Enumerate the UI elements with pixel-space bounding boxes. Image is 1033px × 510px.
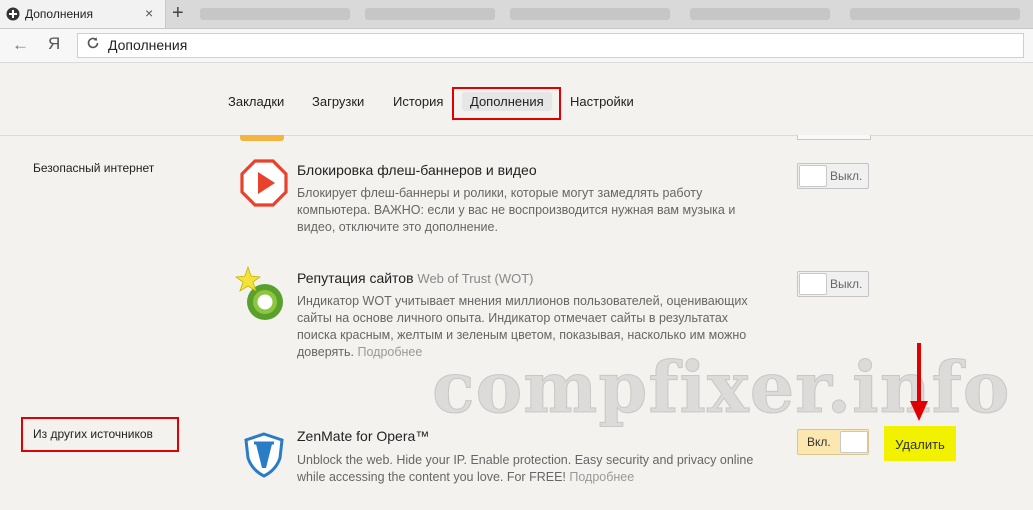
blurred-tab[interactable] <box>690 8 830 20</box>
reload-icon[interactable] <box>86 36 100 50</box>
highlight-box-other-sources <box>21 417 179 452</box>
tab-history[interactable]: История <box>393 94 443 109</box>
zenmate-shield-icon <box>244 432 284 478</box>
address-text: Дополнения <box>108 37 188 53</box>
delete-extension-button[interactable]: Удалить <box>884 426 956 461</box>
addons-page: Закладки Загрузки История Дополнения Нас… <box>0 63 1033 510</box>
back-arrow-icon[interactable]: ← <box>12 35 29 55</box>
plus-circle-icon <box>6 7 20 21</box>
cropped-extension-icon <box>240 135 284 141</box>
wot-icon <box>234 266 283 320</box>
extension-title-line: Репутация сайтов Web of Trust (WOT) <box>297 270 533 286</box>
address-toolbar: ← Я Дополнения <box>0 29 1033 63</box>
extension-toggle-flash[interactable]: Выкл. <box>797 163 869 189</box>
extension-toggle-zenmate[interactable]: Вкл. <box>797 429 869 455</box>
toggle-knob <box>840 431 868 453</box>
extension-title: ZenMate for Opera™ <box>297 428 430 444</box>
tab-strip: Дополнения × + <box>0 0 1033 29</box>
toggle-label: Выкл. <box>830 277 863 291</box>
red-arrow-icon <box>910 343 928 421</box>
tab-title: Дополнения <box>25 7 93 21</box>
toggle-label: Вкл. <box>807 435 831 449</box>
tab-downloads[interactable]: Загрузки <box>312 94 364 109</box>
address-bar[interactable]: Дополнения <box>77 33 1024 58</box>
blurred-tab[interactable] <box>850 8 1020 20</box>
extension-description-wrap: Unblock the web. Hide your IP. Enable pr… <box>297 452 757 486</box>
toggle-knob <box>799 273 827 295</box>
highlight-box-addons-tab <box>452 87 561 120</box>
more-link[interactable]: Подробнее <box>357 345 422 359</box>
tab-settings[interactable]: Настройки <box>570 94 634 109</box>
extension-title: Репутация сайтов <box>297 270 414 286</box>
toggle-label: Выкл. <box>830 169 863 183</box>
blurred-tab[interactable] <box>510 8 670 20</box>
tab-bookmarks[interactable]: Закладки <box>228 94 284 109</box>
yandex-logo-button[interactable]: Я <box>48 34 60 54</box>
extension-toggle-wot[interactable]: Выкл. <box>797 271 869 297</box>
extension-description: Unblock the web. Hide your IP. Enable pr… <box>297 453 754 484</box>
cropped-toggle <box>797 135 871 140</box>
new-tab-button[interactable]: + <box>172 2 184 24</box>
blurred-tab[interactable] <box>200 8 350 20</box>
toggle-knob <box>799 165 827 187</box>
extension-subtitle: Web of Trust (WOT) <box>417 271 534 286</box>
flash-block-icon <box>240 159 288 207</box>
divider <box>0 135 1033 136</box>
extension-title: Блокировка флеш-баннеров и видео <box>297 162 537 178</box>
more-link[interactable]: Подробнее <box>569 470 634 484</box>
close-tab-icon[interactable]: × <box>145 5 153 21</box>
section-title-safe-internet: Безопасный интернет <box>33 161 155 175</box>
blurred-tab[interactable] <box>365 8 495 20</box>
browser-tab-addons[interactable]: Дополнения × <box>0 0 166 28</box>
extension-description: Блокирует флеш-баннеры и ролики, которые… <box>297 186 736 234</box>
